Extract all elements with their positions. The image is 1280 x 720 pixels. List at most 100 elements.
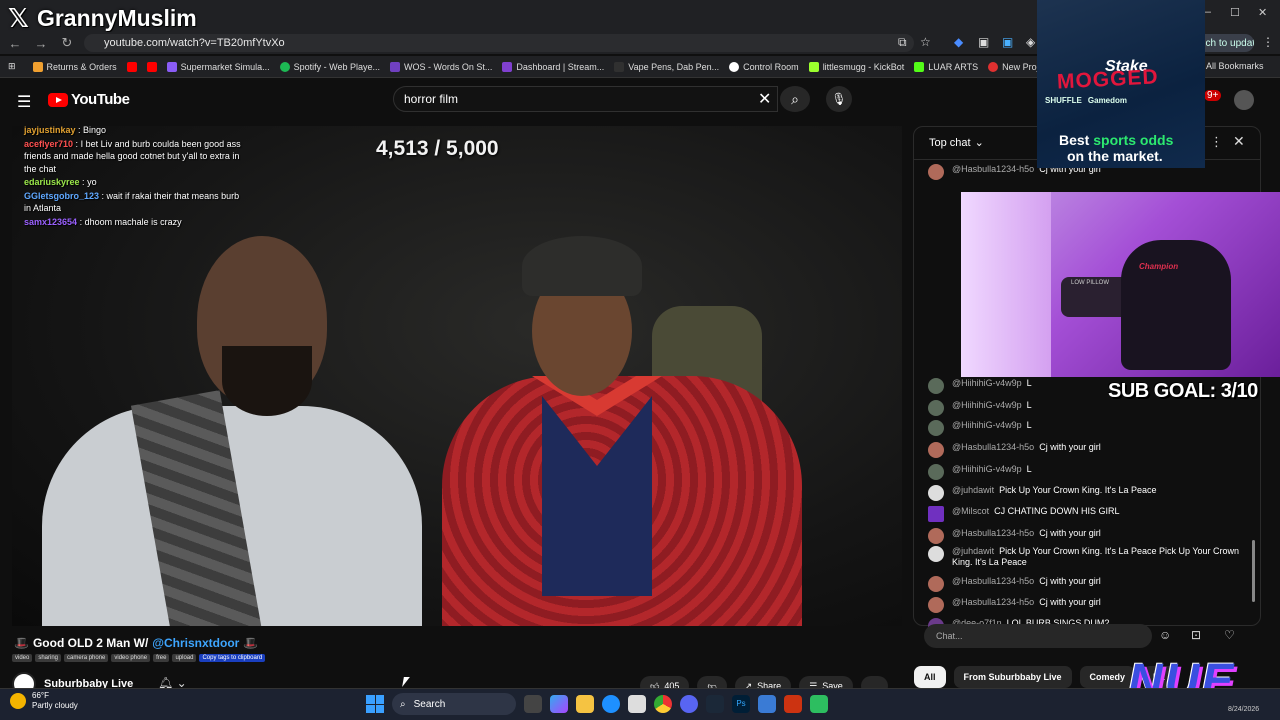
stream-chat-user: aceflyer710 bbox=[24, 138, 74, 149]
video-title-text: Good OLD 2 Man W/ bbox=[32, 636, 149, 650]
bookmark-label: littlesmugg - KickBot bbox=[822, 61, 905, 72]
back-icon[interactable]: ← bbox=[8, 36, 22, 51]
chrome-icon[interactable] bbox=[654, 695, 672, 713]
tag-chip[interactable]: free bbox=[153, 654, 170, 662]
x-logo-icon: 𝕏 bbox=[8, 3, 29, 33]
stream-chat-text: dhoom machale is crazy bbox=[84, 216, 182, 227]
url-field[interactable]: youtube.com/watch?v=TB20mfYtvXo bbox=[84, 34, 914, 52]
browser-menu-icon[interactable]: ⋮ bbox=[1262, 35, 1274, 49]
mic-icon: 🎙 bbox=[831, 92, 847, 106]
chip-all[interactable]: All bbox=[914, 666, 946, 688]
search-button[interactable]: ⌕ bbox=[780, 86, 810, 112]
chat-avatar bbox=[928, 597, 944, 613]
close-window-icon[interactable]: ✕ bbox=[1258, 6, 1267, 19]
chat-avatar bbox=[928, 420, 944, 436]
account-avatar[interactable] bbox=[1234, 90, 1254, 110]
odds-line-2: on the market. bbox=[1067, 148, 1163, 164]
bookmark-item[interactable]: Dashboard | Stream... bbox=[497, 61, 609, 72]
chat-avatar bbox=[928, 506, 944, 522]
apps-grid-icon[interactable]: ⊞ bbox=[0, 61, 28, 72]
youtube-favicon-icon bbox=[146, 61, 157, 72]
all-bookmarks-button[interactable]: All Bookmarks bbox=[1206, 61, 1264, 71]
emoji-icon[interactable]: ☺ bbox=[1159, 628, 1171, 642]
tag-chip[interactable]: sharing bbox=[35, 654, 62, 662]
windows-start-icon[interactable] bbox=[366, 695, 384, 713]
copy-tags-button[interactable]: Copy tags to clipboard bbox=[199, 654, 266, 662]
chat-message: @Hasbulla1234-h5o Cj with your girl bbox=[928, 528, 1240, 544]
reload-icon[interactable]: ↻ bbox=[60, 35, 74, 51]
stream-chat-user: GGletsgobro_123 bbox=[24, 190, 100, 201]
notification-badge[interactable]: 9+ bbox=[1204, 90, 1222, 101]
extension-icon[interactable]: ▣ bbox=[1002, 35, 1013, 49]
taskbar-search[interactable]: ⌕ Search bbox=[392, 693, 516, 715]
chip-comedy[interactable]: Comedy bbox=[1079, 666, 1136, 688]
bookmark-star-icon[interactable]: ☆ bbox=[920, 35, 931, 49]
bookmark-favicon-icon bbox=[729, 61, 740, 72]
app-icon[interactable] bbox=[810, 695, 828, 713]
tag-chip[interactable]: camera phone bbox=[64, 654, 109, 662]
chevron-down-icon: ⌄ bbox=[974, 137, 984, 149]
title-emoji-icon: 🎩 bbox=[243, 636, 259, 650]
weather-widget[interactable]: 66°F Partly cloudy bbox=[10, 691, 78, 711]
tag-chip[interactable]: video phone bbox=[111, 654, 151, 662]
bookmark-item[interactable]: WOS - Words On St... bbox=[385, 61, 497, 72]
tag-chip[interactable]: upload bbox=[172, 654, 197, 662]
bookmark-item[interactable]: LUAR ARTS bbox=[909, 61, 983, 72]
bookmark-item[interactable]: littlesmugg - KickBot bbox=[804, 61, 910, 72]
chat-scrollbar[interactable] bbox=[1252, 540, 1255, 602]
stream-chat-line: aceflyer710 : I bet Liv and burb coulda … bbox=[24, 138, 241, 174]
goal-counter: 4,513 / 5,000 bbox=[376, 137, 499, 160]
photoshop-icon[interactable]: Ps bbox=[732, 695, 750, 713]
heart-icon[interactable]: ♡ bbox=[1224, 628, 1235, 642]
chat-text: L bbox=[1026, 420, 1032, 430]
chip-from-channel[interactable]: From Suburbbaby Live bbox=[953, 666, 1072, 688]
bookmark-item[interactable]: Supermarket Simula... bbox=[162, 61, 275, 72]
maximize-icon[interactable]: ☐ bbox=[1230, 6, 1240, 19]
bookmark-item[interactable]: Vape Pens, Dab Pen... bbox=[609, 61, 724, 72]
clear-search-icon[interactable]: ✕ bbox=[758, 89, 771, 109]
bookmark-favicon-icon bbox=[914, 61, 925, 72]
extension-icon[interactable]: ◆ bbox=[954, 35, 963, 49]
mogged-text: MOGGED bbox=[1056, 65, 1160, 94]
title-mention-link[interactable]: @Chrisnxtdoor bbox=[152, 636, 239, 650]
app-icon[interactable] bbox=[784, 695, 802, 713]
chat-text: L bbox=[1026, 400, 1032, 410]
forward-icon[interactable]: → bbox=[34, 36, 48, 51]
copilot-icon[interactable] bbox=[550, 695, 568, 713]
bookmark-item[interactable]: Control Room bbox=[724, 61, 804, 72]
menu-icon[interactable]: ☰ bbox=[17, 92, 31, 112]
search-input[interactable]: horror film bbox=[393, 86, 778, 112]
bookmark-item[interactable]: Spotify - Web Playe... bbox=[275, 61, 385, 72]
task-view-icon[interactable] bbox=[524, 695, 542, 713]
notepad-icon[interactable] bbox=[758, 695, 776, 713]
tag-chip[interactable]: video bbox=[12, 654, 33, 662]
extension-icon[interactable]: ◈ bbox=[1026, 35, 1035, 49]
taskbar-date: 8/24/2026 bbox=[1228, 706, 1260, 713]
store-icon[interactable] bbox=[628, 695, 646, 713]
person-left-beard bbox=[222, 346, 312, 416]
chat-menu-icon[interactable]: ⋮ bbox=[1210, 134, 1223, 150]
youtube-logo[interactable]: YouTube bbox=[48, 91, 130, 108]
super-chat-icon[interactable]: ⊡ bbox=[1191, 628, 1201, 642]
voice-search-button[interactable]: 🎙 bbox=[826, 86, 852, 112]
bookmark-favicon-icon bbox=[32, 61, 43, 72]
youtube-favicon-icon bbox=[126, 61, 137, 72]
close-chat-icon[interactable]: ✕ bbox=[1233, 133, 1245, 150]
title-emoji-icon: 🎩 bbox=[14, 636, 29, 650]
bookmark-favicon-icon bbox=[614, 61, 625, 72]
discord-icon[interactable] bbox=[680, 695, 698, 713]
file-explorer-icon[interactable] bbox=[576, 695, 594, 713]
mouse-cursor-icon bbox=[402, 677, 410, 687]
bookmark-item[interactable] bbox=[142, 61, 162, 72]
chat-input[interactable]: Chat... bbox=[924, 624, 1152, 648]
steam-icon[interactable] bbox=[706, 695, 724, 713]
taskbar-apps: ⌕ Search Ps bbox=[366, 693, 828, 715]
edge-icon[interactable] bbox=[602, 695, 620, 713]
chat-text: Pick Up Your Crown King. It's La Peace bbox=[999, 485, 1157, 495]
extension-icon[interactable]: ▣ bbox=[978, 35, 989, 49]
chat-input-placeholder: Chat... bbox=[936, 631, 963, 641]
install-app-icon[interactable]: ⧉ bbox=[898, 35, 907, 50]
bookmark-item[interactable]: Returns & Orders bbox=[28, 61, 122, 72]
bookmark-item[interactable] bbox=[122, 61, 142, 72]
chat-avatar bbox=[928, 485, 944, 501]
